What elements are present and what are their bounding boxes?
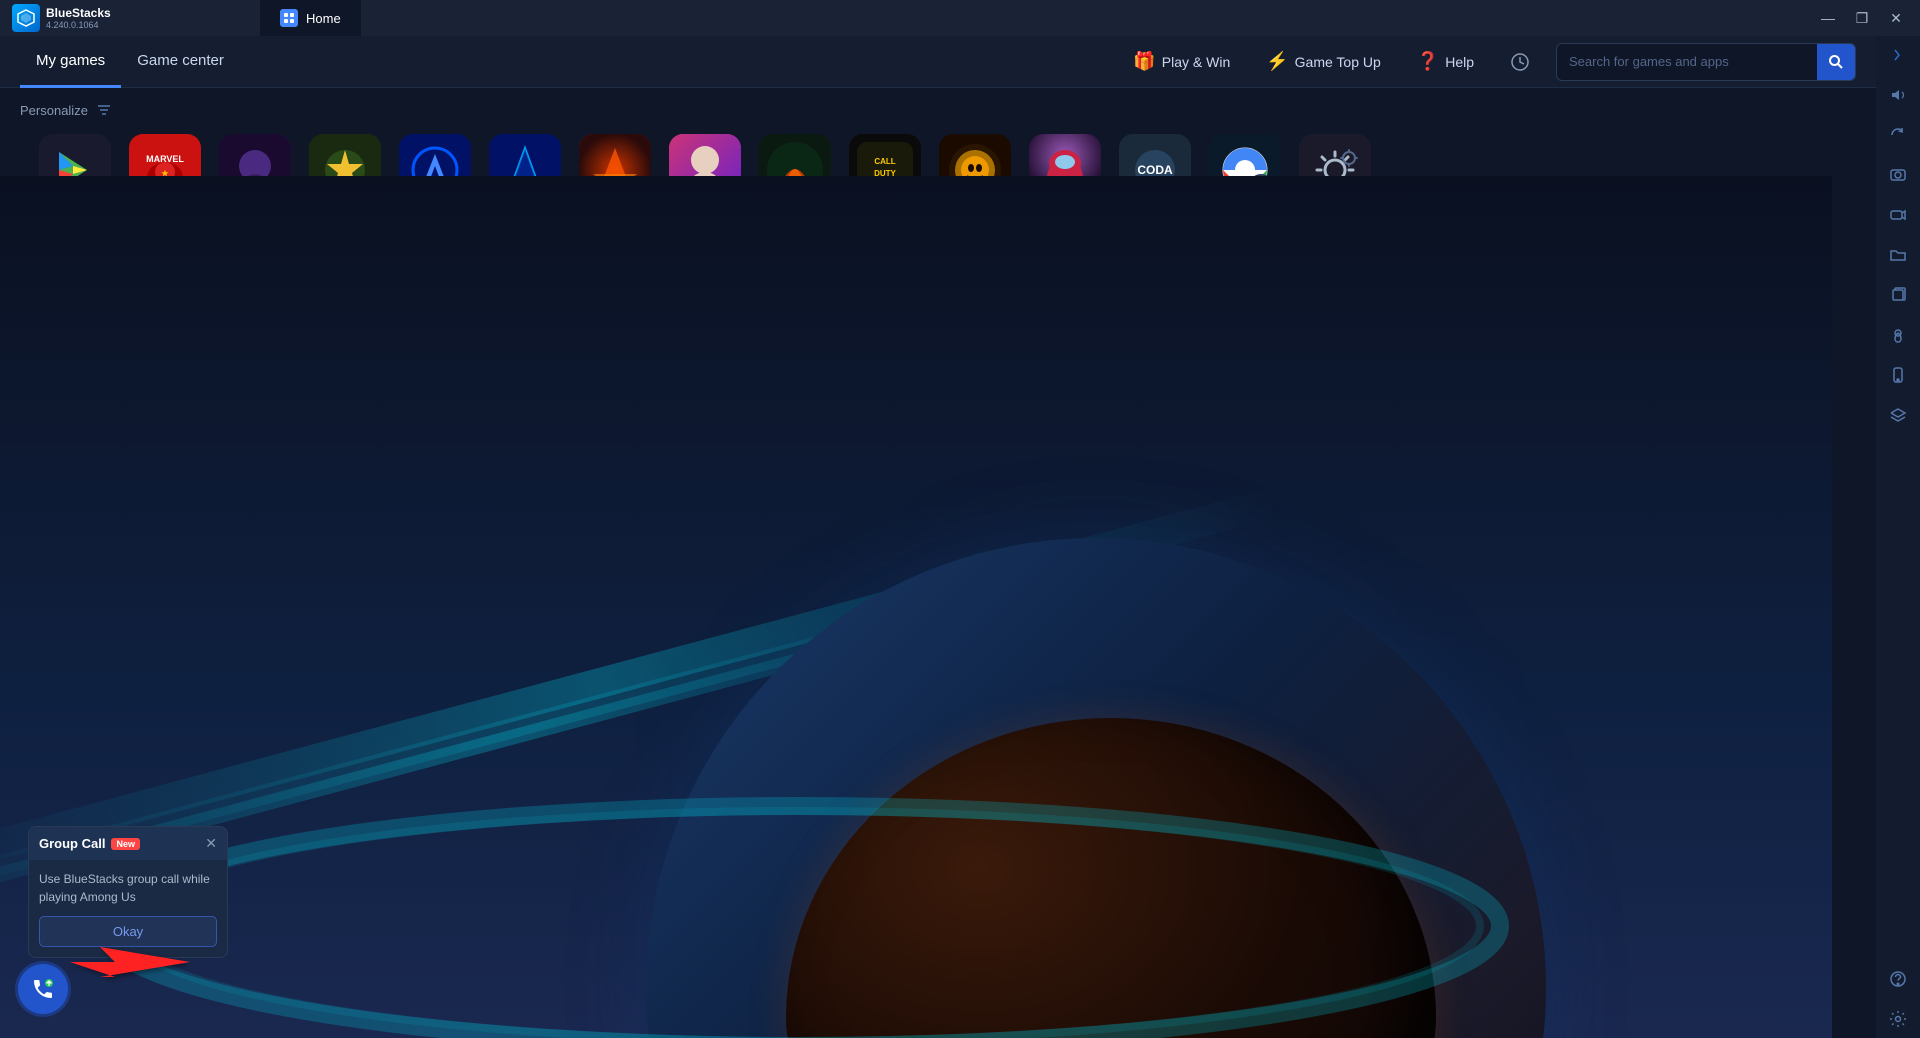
history-button[interactable] — [1500, 46, 1540, 78]
game-top-up-button[interactable]: ⚡ Game Top Up — [1256, 45, 1391, 78]
home-tab-icon — [280, 9, 298, 27]
expand-icon[interactable] — [1880, 37, 1916, 73]
video-record-icon[interactable] — [1880, 197, 1916, 233]
search-bar — [1556, 43, 1856, 81]
personalize-row: Personalize — [20, 102, 1856, 118]
lightning-icon: ⚡ — [1266, 51, 1288, 72]
clock-icon — [1510, 52, 1530, 72]
call-arrow-svg — [70, 937, 190, 997]
nav-actions: 🎁 Play & Win ⚡ Game Top Up ❓ Help — [1123, 43, 1856, 81]
maximize-button[interactable]: ❐ — [1846, 2, 1878, 34]
help-circle-icon: ❓ — [1417, 51, 1439, 72]
brand-name: BlueStacks — [46, 6, 111, 20]
svg-text:CALL: CALL — [874, 157, 895, 166]
call-button-icon — [31, 977, 55, 1001]
popup-header: Group Call New ✕ — [29, 827, 227, 860]
settings-icon[interactable] — [1880, 1001, 1916, 1037]
minimize-button[interactable]: — — [1812, 2, 1844, 34]
gift-icon: 🎁 — [1133, 51, 1155, 72]
close-button[interactable]: ✕ — [1880, 2, 1912, 34]
rotate-icon[interactable] — [1880, 117, 1916, 153]
window-controls: — ❐ ✕ — [1812, 2, 1920, 34]
brand-version: 4.240.0.1064 — [46, 20, 111, 30]
copy-icon[interactable] — [1880, 277, 1916, 313]
search-input[interactable] — [1557, 46, 1817, 77]
bluestacks-logo — [12, 4, 40, 32]
group-call-button[interactable] — [18, 964, 68, 1014]
folder-icon[interactable] — [1880, 237, 1916, 273]
main-content: My games Game center 🎁 Play & Win ⚡ Game… — [0, 36, 1876, 1038]
personalize-label: Personalize — [20, 103, 88, 118]
popup-new-badge: New — [111, 838, 140, 850]
location-icon[interactable] — [1880, 317, 1916, 353]
volume-icon[interactable] — [1880, 77, 1916, 113]
layers-icon[interactable] — [1880, 397, 1916, 433]
home-tab[interactable]: Home — [260, 0, 361, 36]
popup-body: Use BlueStacks group call while playing … — [29, 860, 227, 916]
screenshot-icon[interactable] — [1880, 157, 1916, 193]
search-button[interactable] — [1817, 44, 1855, 80]
home-tab-label: Home — [306, 11, 341, 26]
popup-title: Group Call — [39, 836, 105, 851]
help-sidebar-icon[interactable] — [1880, 961, 1916, 997]
popup-title-row: Group Call New — [39, 836, 140, 851]
call-arrow — [70, 937, 190, 1002]
tab-game-center[interactable]: Game center — [121, 36, 240, 88]
help-button[interactable]: ❓ Help — [1407, 45, 1484, 78]
filter-icon[interactable] — [96, 102, 112, 118]
tab-my-games[interactable]: My games — [20, 36, 121, 88]
titlebar: BlueStacks 4.240.0.1064 Home — ❐ ✕ — [0, 0, 1920, 36]
popup-close-button[interactable]: ✕ — [205, 835, 217, 852]
brand-area: BlueStacks 4.240.0.1064 — [0, 4, 260, 32]
right-sidebar — [1876, 0, 1920, 1038]
phone-sidebar-icon[interactable] — [1880, 357, 1916, 393]
svg-text:CODA: CODA — [1137, 163, 1173, 177]
top-navigation: My games Game center 🎁 Play & Win ⚡ Game… — [0, 36, 1876, 88]
play-win-button[interactable]: 🎁 Play & Win — [1123, 45, 1240, 78]
background-scene — [0, 176, 1832, 1038]
